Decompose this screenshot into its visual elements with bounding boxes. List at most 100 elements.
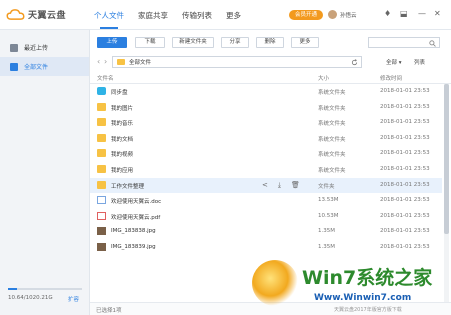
file-size: 1.35M — [318, 228, 335, 235]
folder-icon — [97, 149, 106, 158]
file-date: 2018-01-01 23:53 — [380, 197, 430, 204]
file-date: 2018-01-01 23:53 — [380, 165, 430, 172]
delete-icon[interactable]: 🗑 — [291, 181, 300, 189]
path-bar: ‹ › 全部文件 全部 ▾ 列表 — [90, 55, 451, 69]
watermark-site: Www.Winwin7.com — [314, 293, 412, 303]
expand-storage-link[interactable]: 扩容 — [68, 295, 79, 303]
delete-button[interactable]: 删除 — [256, 37, 284, 48]
file-name: IMG_183839.jpg — [111, 243, 156, 250]
image-thumbnail-icon — [97, 242, 106, 251]
watermark: Win7系统之家 Www.Winwin7.com 天翼云盘2017年版官方版下载 — [252, 258, 451, 315]
folder-icon — [117, 59, 125, 65]
list-item[interactable]: 我的音乐 系统文件夹 2018-01-01 23:53 — [90, 115, 442, 131]
more-button[interactable]: 更多 — [291, 37, 319, 48]
list-item[interactable]: 欢迎使用天翼云.doc 13.53M 2018-01-01 23:53 — [90, 193, 442, 209]
back-arrow-icon[interactable]: ‹ — [97, 56, 100, 67]
scrollbar-thumb[interactable] — [444, 84, 449, 234]
view-mode-toggle[interactable]: 列表 — [414, 58, 425, 66]
gift-icon[interactable]: ♦ — [384, 9, 391, 19]
upload-button[interactable]: 上传 — [97, 37, 127, 48]
list-item[interactable]: IMG_183838.jpg 1.35M 2018-01-01 23:53 — [90, 224, 442, 240]
minimize-mini-icon[interactable]: ⬓ — [400, 9, 408, 19]
upload-icon — [10, 43, 18, 52]
file-date: 2018-01-01 23:53 — [380, 150, 430, 157]
file-date: 2018-01-01 23:53 — [380, 103, 430, 110]
file-name: 我的应用 — [111, 167, 134, 174]
main-nav: 个人文件 家庭共享 传输列表 更多 — [94, 10, 255, 29]
file-name: IMG_183838.jpg — [111, 228, 156, 235]
file-list: 同步盘 系统文件夹 2018-01-01 23:53 我的图片 系统文件夹 20… — [90, 84, 442, 256]
file-name: 欢迎使用天翼云.doc — [111, 199, 162, 206]
file-name: 我的文档 — [111, 136, 134, 143]
vip-button[interactable]: 会员开通 — [289, 10, 323, 20]
avatar[interactable] — [328, 10, 337, 19]
breadcrumb[interactable]: 全部文件 — [112, 56, 362, 68]
file-date: 2018-01-01 23:53 — [380, 88, 430, 94]
list-item[interactable]: IMG_183839.jpg 1.35M 2018-01-01 23:53 — [90, 240, 442, 256]
file-date: 2018-01-01 23:53 — [380, 134, 430, 141]
search-input[interactable] — [368, 37, 440, 48]
app-name: 天翼云盘 — [28, 11, 67, 21]
file-size: 文件夹 — [318, 183, 335, 190]
download-icon[interactable]: ⤓ — [278, 181, 281, 189]
file-date: 2018-01-01 23:53 — [380, 119, 430, 126]
toolbar: 上传 下载 新建文件夹 分享 删除 更多 — [90, 34, 451, 52]
download-button[interactable]: 下载 — [135, 37, 165, 48]
watermark-logo — [252, 260, 298, 306]
sidebar: 最近上传 全部文件 10.64/1020.21G 扩容 — [0, 30, 90, 315]
list-item-selected[interactable]: 工作文件整理 < ⤓ 🗑 文件夹 2018-01-01 23:53 — [90, 177, 442, 194]
word-doc-icon — [97, 196, 106, 205]
column-size[interactable]: 大小 — [318, 74, 329, 82]
file-date: 2018-01-01 23:53 — [380, 212, 430, 219]
close-icon[interactable]: ✕ — [434, 9, 441, 19]
file-name: 欢迎使用天翼云.pdf — [111, 214, 161, 221]
folder-icon — [97, 164, 106, 173]
sidebar-item-label: 全部文件 — [24, 64, 49, 71]
list-item[interactable]: 我的图片 系统文件夹 2018-01-01 23:53 — [90, 100, 442, 116]
new-folder-button[interactable]: 新建文件夹 — [172, 37, 214, 48]
list-item[interactable]: 同步盘 系统文件夹 2018-01-01 23:53 — [90, 84, 442, 100]
share-button[interactable]: 分享 — [221, 37, 249, 48]
file-name: 同步盘 — [111, 90, 128, 96]
file-size: 13.53M — [318, 197, 339, 204]
file-date: 2018-01-01 23:53 — [380, 181, 430, 188]
nav-family-share[interactable]: 家庭共享 — [138, 10, 168, 21]
sidebar-item-all-files[interactable]: 全部文件 — [0, 57, 89, 76]
search-icon[interactable] — [429, 39, 436, 47]
username[interactable]: 孙悟云 — [340, 11, 357, 19]
nav-more[interactable]: 更多 — [226, 10, 241, 21]
list-item[interactable]: 我的文档 系统文件夹 2018-01-01 23:53 — [90, 131, 442, 147]
share-icon[interactable]: < — [262, 181, 268, 189]
file-date: 2018-01-01 23:53 — [380, 243, 430, 250]
minimize-icon[interactable]: — — [418, 9, 426, 19]
file-size: 系统文件夹 — [318, 105, 346, 112]
cloud-logo-icon — [6, 9, 25, 20]
watermark-footer: 天翼云盘2017年版官方版下载 — [334, 307, 402, 313]
image-thumbnail-icon — [97, 227, 106, 236]
watermark-brand: Win7系统之家 — [302, 267, 433, 289]
breadcrumb-current: 全部文件 — [129, 60, 152, 66]
folder-icon — [97, 102, 106, 111]
refresh-icon[interactable] — [351, 59, 358, 66]
column-date[interactable]: 修改时间 — [380, 74, 402, 82]
folder-icon — [97, 118, 106, 127]
list-item[interactable]: 欢迎使用天翼云.pdf 10.53M 2018-01-01 23:53 — [90, 209, 442, 225]
list-item[interactable]: 我的应用 系统文件夹 2018-01-01 23:53 — [90, 162, 442, 178]
file-name: 工作文件整理 — [111, 183, 145, 190]
forward-arrow-icon[interactable]: › — [104, 56, 107, 67]
list-item[interactable]: 我的视频 系统文件夹 2018-01-01 23:53 — [90, 146, 442, 162]
sidebar-item-recent-uploads[interactable]: 最近上传 — [0, 38, 89, 57]
file-size: 系统文件夹 — [318, 121, 346, 128]
file-list-header: 文件名 大小 修改时间 — [90, 71, 451, 84]
nav-personal-files[interactable]: 个人文件 — [94, 10, 124, 29]
filter-dropdown[interactable]: 全部 ▾ — [386, 58, 402, 66]
column-name[interactable]: 文件名 — [97, 74, 114, 82]
pdf-icon — [97, 211, 106, 220]
storage-progress-bar — [8, 288, 82, 290]
storage-progress-fill — [8, 288, 17, 290]
folder-icon — [97, 180, 106, 189]
file-size: 10.53M — [318, 212, 339, 219]
nav-transfer-list[interactable]: 传输列表 — [182, 10, 212, 21]
file-size: 系统文件夹 — [318, 152, 346, 159]
file-name: 我的图片 — [111, 105, 134, 112]
